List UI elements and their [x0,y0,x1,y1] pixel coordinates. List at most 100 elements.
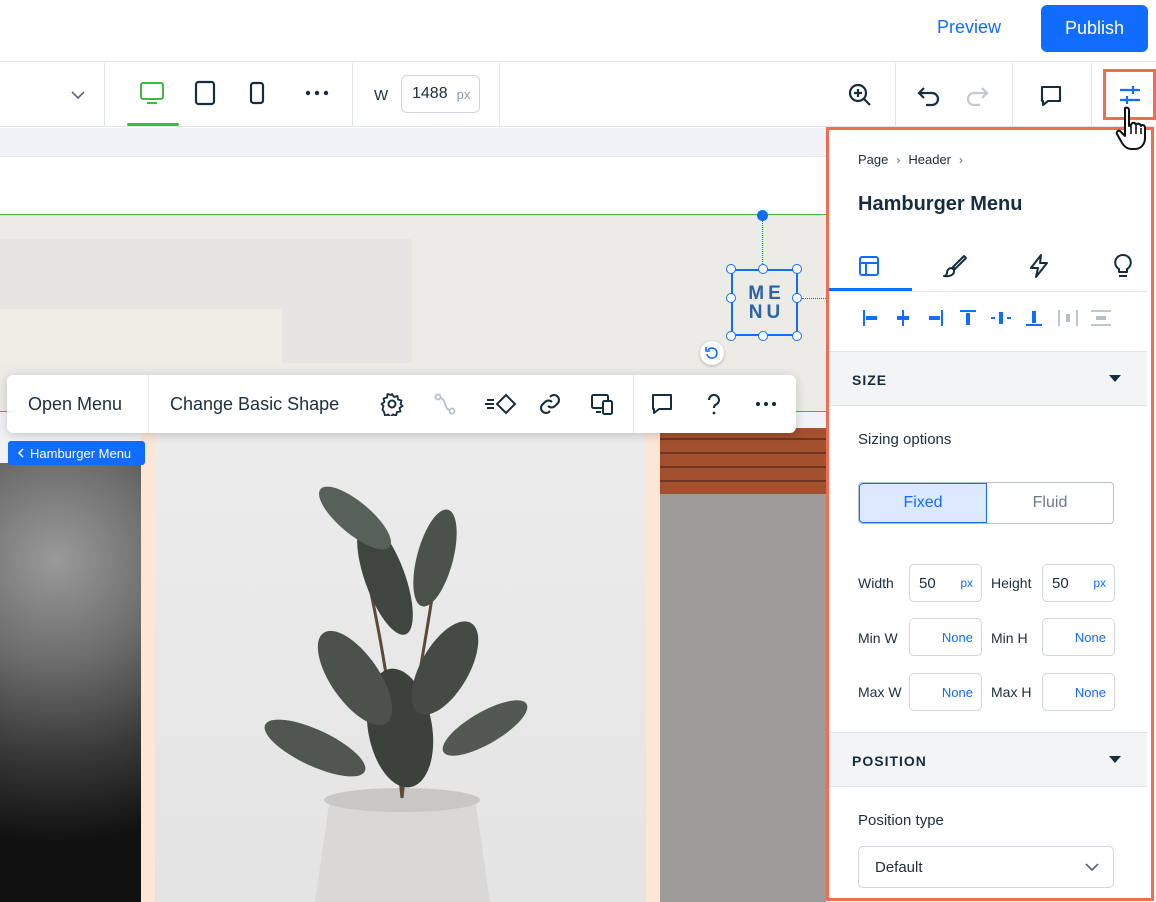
breadcrumb-item-header[interactable]: Header [908,152,951,167]
preview-link[interactable]: Preview [937,17,1001,38]
size-section-header[interactable]: SIZE [829,351,1147,406]
align-right-icon[interactable] [923,306,947,330]
resize-handle[interactable] [792,264,802,274]
action-bar-divider [148,375,149,433]
align-middle-icon[interactable] [989,306,1013,330]
link-icon[interactable] [536,390,564,418]
design-icon [943,255,967,278]
canvas-width-input[interactable]: 1488 px [401,75,480,113]
undo-icon[interactable] [915,81,943,109]
position-type-select[interactable]: Default [858,846,1114,888]
more-icon[interactable] [303,81,331,105]
menu-text-line1: ME [748,282,785,304]
element-action-bar: Open Menu Change Basic Shape [7,375,796,433]
rotate-handle[interactable] [700,341,724,365]
element-name-chip[interactable]: Hamburger Menu [8,441,145,465]
tab-tips[interactable] [1083,240,1156,292]
distribute-vertical-icon[interactable] [1089,306,1113,330]
min-height-value: None [1074,629,1106,645]
distribute-horizontal-icon[interactable] [1056,306,1080,330]
tab-interactions[interactable] [999,240,1079,292]
plant-image[interactable] [155,428,646,902]
chevron-right-icon: › [959,152,964,167]
hamburger-menu-element[interactable]: ME NU [731,269,798,336]
width-value: 50 [919,574,936,592]
interactions-icon [1030,254,1048,278]
animation-icon[interactable] [484,390,518,418]
zoom-in-icon[interactable] [846,81,874,109]
header-inner-box[interactable] [0,309,282,363]
height-value: 50 [1052,574,1069,592]
gray-image[interactable] [660,494,826,902]
resize-handle[interactable] [792,293,802,303]
height-unit[interactable]: px [1093,576,1106,590]
mobile-icon[interactable] [246,79,268,107]
tab-layout[interactable] [829,240,909,292]
inspector-tabs [829,240,1149,292]
canvas-width-unit: px [456,86,471,102]
resize-handle[interactable] [726,264,736,274]
min-height-field[interactable]: None [1042,618,1115,656]
resize-handle[interactable] [792,331,802,341]
inspector-panel: Page › Header › Hamburger Menu SIZE Sizi… [826,128,1156,902]
sizing-option-fixed[interactable]: Fixed [859,483,987,523]
speaker-image[interactable] [0,463,141,902]
position-type-value: Default [875,858,923,876]
more-icon[interactable] [752,390,780,418]
gallery-gap [646,428,660,902]
tab-design[interactable] [915,240,995,292]
layout-icon [859,256,879,276]
chevron-down-icon[interactable] [66,83,90,107]
vertical-guide [762,220,763,268]
align-top-icon[interactable] [956,306,980,330]
tablet-icon[interactable] [192,79,218,107]
tips-icon [1114,253,1132,277]
brick-image[interactable] [660,428,826,494]
chevron-left-icon [17,448,24,458]
publish-button[interactable]: Publish [1041,5,1148,52]
caret-down-icon [1109,375,1121,382]
active-device-indicator [127,123,179,126]
toolbar-divider [1012,63,1013,126]
position-type-label: Position type [858,812,944,829]
caret-down-icon [1109,756,1121,763]
redo-icon[interactable] [963,81,991,109]
comment-icon[interactable] [648,390,676,418]
open-menu-button[interactable]: Open Menu [28,394,122,415]
animation-path-icon[interactable] [431,390,459,418]
sizing-option-fluid[interactable]: Fluid [987,483,1113,523]
max-width-field[interactable]: None [909,673,982,711]
position-section-label: POSITION [852,753,927,769]
help-icon[interactable] [700,390,728,418]
width-unit[interactable]: px [960,576,973,590]
responsive-icon[interactable] [588,390,616,418]
comment-icon[interactable] [1037,82,1065,110]
resize-handle[interactable] [726,331,736,341]
toolbar-divider [499,63,500,126]
menu-text-line2: NU [748,301,785,323]
align-center-icon[interactable] [891,306,915,330]
toolbar-divider [352,63,353,126]
change-basic-shape-button[interactable]: Change Basic Shape [170,394,339,415]
height-field[interactable]: 50 px [1042,564,1115,602]
editor-canvas[interactable]: ME NU Open Menu Change Basic Shape Hambu… [0,128,826,902]
min-width-field[interactable]: None [909,618,982,656]
width-label: W [374,87,389,104]
sizing-options-label: Sizing options [858,431,952,448]
chevron-down-icon [1085,862,1099,871]
align-left-icon[interactable] [859,306,883,330]
position-section-header[interactable]: POSITION [829,732,1147,787]
resize-handle[interactable] [758,264,768,274]
width-field[interactable]: 50 px [909,564,982,602]
settings-icon[interactable] [378,390,406,418]
max-height-field[interactable]: None [1042,673,1115,711]
canvas-width-value: 1488 [412,85,448,102]
desktop-icon[interactable] [138,79,166,107]
resize-handle[interactable] [726,293,736,303]
resize-handle[interactable] [758,331,768,341]
height-label: Height [991,575,1032,591]
width-label: Width [858,575,894,591]
horizontal-guide [802,298,826,299]
align-bottom-icon[interactable] [1022,306,1046,330]
breadcrumb-item-page[interactable]: Page [858,152,888,167]
